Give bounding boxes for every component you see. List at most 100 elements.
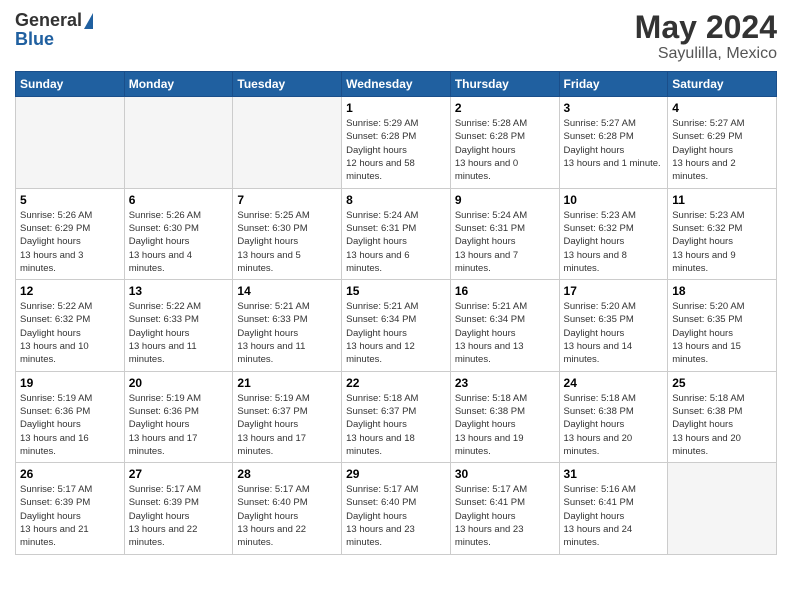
day-number: 4 [672, 101, 772, 115]
day-number: 2 [455, 101, 555, 115]
calendar-cell: 16 Sunrise: 5:21 AM Sunset: 6:34 PM Dayl… [450, 280, 559, 371]
calendar-cell: 25 Sunrise: 5:18 AM Sunset: 6:38 PM Dayl… [668, 371, 777, 462]
logo: General Blue [15, 10, 93, 50]
day-info: Sunrise: 5:27 AM Sunset: 6:29 PM Dayligh… [672, 117, 772, 183]
calendar-cell: 14 Sunrise: 5:21 AM Sunset: 6:33 PM Dayl… [233, 280, 342, 371]
calendar-cell: 19 Sunrise: 5:19 AM Sunset: 6:36 PM Dayl… [16, 371, 125, 462]
calendar-cell: 23 Sunrise: 5:18 AM Sunset: 6:38 PM Dayl… [450, 371, 559, 462]
day-number: 18 [672, 284, 772, 298]
calendar-subtitle: Sayulilla, Mexico [635, 45, 777, 63]
day-info: Sunrise: 5:21 AM Sunset: 6:33 PM Dayligh… [237, 300, 337, 366]
day-info: Sunrise: 5:22 AM Sunset: 6:33 PM Dayligh… [129, 300, 229, 366]
calendar-cell: 4 Sunrise: 5:27 AM Sunset: 6:29 PM Dayli… [668, 97, 777, 188]
day-info: Sunrise: 5:23 AM Sunset: 6:32 PM Dayligh… [672, 209, 772, 275]
day-info: Sunrise: 5:19 AM Sunset: 6:37 PM Dayligh… [237, 392, 337, 458]
day-number: 19 [20, 376, 120, 390]
calendar-cell: 1 Sunrise: 5:29 AM Sunset: 6:28 PM Dayli… [342, 97, 451, 188]
day-number: 7 [237, 193, 337, 207]
day-info: Sunrise: 5:18 AM Sunset: 6:38 PM Dayligh… [672, 392, 772, 458]
calendar-cell: 7 Sunrise: 5:25 AM Sunset: 6:30 PM Dayli… [233, 188, 342, 279]
day-number: 24 [564, 376, 664, 390]
calendar-week-2: 5 Sunrise: 5:26 AM Sunset: 6:29 PM Dayli… [16, 188, 777, 279]
weekday-header-thursday: Thursday [450, 72, 559, 97]
day-info: Sunrise: 5:20 AM Sunset: 6:35 PM Dayligh… [672, 300, 772, 366]
calendar-cell: 17 Sunrise: 5:20 AM Sunset: 6:35 PM Dayl… [559, 280, 668, 371]
day-info: Sunrise: 5:29 AM Sunset: 6:28 PM Dayligh… [346, 117, 446, 183]
calendar-cell: 5 Sunrise: 5:26 AM Sunset: 6:29 PM Dayli… [16, 188, 125, 279]
day-info: Sunrise: 5:26 AM Sunset: 6:30 PM Dayligh… [129, 209, 229, 275]
day-info: Sunrise: 5:21 AM Sunset: 6:34 PM Dayligh… [455, 300, 555, 366]
day-number: 9 [455, 193, 555, 207]
weekday-header-tuesday: Tuesday [233, 72, 342, 97]
calendar-cell: 28 Sunrise: 5:17 AM Sunset: 6:40 PM Dayl… [233, 463, 342, 554]
weekday-header-friday: Friday [559, 72, 668, 97]
day-info: Sunrise: 5:17 AM Sunset: 6:41 PM Dayligh… [455, 483, 555, 549]
weekday-header-sunday: Sunday [16, 72, 125, 97]
day-info: Sunrise: 5:28 AM Sunset: 6:28 PM Dayligh… [455, 117, 555, 183]
day-number: 17 [564, 284, 664, 298]
day-number: 13 [129, 284, 229, 298]
day-info: Sunrise: 5:21 AM Sunset: 6:34 PM Dayligh… [346, 300, 446, 366]
calendar-cell: 8 Sunrise: 5:24 AM Sunset: 6:31 PM Dayli… [342, 188, 451, 279]
day-number: 22 [346, 376, 446, 390]
calendar-cell: 10 Sunrise: 5:23 AM Sunset: 6:32 PM Dayl… [559, 188, 668, 279]
day-info: Sunrise: 5:19 AM Sunset: 6:36 PM Dayligh… [20, 392, 120, 458]
calendar-cell: 15 Sunrise: 5:21 AM Sunset: 6:34 PM Dayl… [342, 280, 451, 371]
day-number: 10 [564, 193, 664, 207]
logo-triangle-icon [84, 13, 93, 29]
calendar-cell: 2 Sunrise: 5:28 AM Sunset: 6:28 PM Dayli… [450, 97, 559, 188]
calendar-cell: 12 Sunrise: 5:22 AM Sunset: 6:32 PM Dayl… [16, 280, 125, 371]
calendar-cell: 27 Sunrise: 5:17 AM Sunset: 6:39 PM Dayl… [124, 463, 233, 554]
day-info: Sunrise: 5:18 AM Sunset: 6:38 PM Dayligh… [564, 392, 664, 458]
calendar-cell: 30 Sunrise: 5:17 AM Sunset: 6:41 PM Dayl… [450, 463, 559, 554]
weekday-header-saturday: Saturday [668, 72, 777, 97]
calendar-cell: 21 Sunrise: 5:19 AM Sunset: 6:37 PM Dayl… [233, 371, 342, 462]
calendar-cell: 6 Sunrise: 5:26 AM Sunset: 6:30 PM Dayli… [124, 188, 233, 279]
calendar-cell: 24 Sunrise: 5:18 AM Sunset: 6:38 PM Dayl… [559, 371, 668, 462]
day-info: Sunrise: 5:17 AM Sunset: 6:40 PM Dayligh… [346, 483, 446, 549]
weekday-header-monday: Monday [124, 72, 233, 97]
calendar-cell: 29 Sunrise: 5:17 AM Sunset: 6:40 PM Dayl… [342, 463, 451, 554]
calendar-header: SundayMondayTuesdayWednesdayThursdayFrid… [16, 72, 777, 97]
day-number: 6 [129, 193, 229, 207]
day-number: 20 [129, 376, 229, 390]
day-info: Sunrise: 5:23 AM Sunset: 6:32 PM Dayligh… [564, 209, 664, 275]
calendar-week-5: 26 Sunrise: 5:17 AM Sunset: 6:39 PM Dayl… [16, 463, 777, 554]
weekday-header-row: SundayMondayTuesdayWednesdayThursdayFrid… [16, 72, 777, 97]
calendar-cell: 20 Sunrise: 5:19 AM Sunset: 6:36 PM Dayl… [124, 371, 233, 462]
logo-general-text: General [15, 10, 82, 31]
day-info: Sunrise: 5:24 AM Sunset: 6:31 PM Dayligh… [455, 209, 555, 275]
day-info: Sunrise: 5:18 AM Sunset: 6:37 PM Dayligh… [346, 392, 446, 458]
day-info: Sunrise: 5:25 AM Sunset: 6:30 PM Dayligh… [237, 209, 337, 275]
day-info: Sunrise: 5:17 AM Sunset: 6:40 PM Dayligh… [237, 483, 337, 549]
day-info: Sunrise: 5:24 AM Sunset: 6:31 PM Dayligh… [346, 209, 446, 275]
day-number: 15 [346, 284, 446, 298]
day-info: Sunrise: 5:17 AM Sunset: 6:39 PM Dayligh… [20, 483, 120, 549]
calendar-cell: 22 Sunrise: 5:18 AM Sunset: 6:37 PM Dayl… [342, 371, 451, 462]
calendar-week-3: 12 Sunrise: 5:22 AM Sunset: 6:32 PM Dayl… [16, 280, 777, 371]
calendar-cell [233, 97, 342, 188]
day-number: 30 [455, 467, 555, 481]
day-number: 11 [672, 193, 772, 207]
calendar-week-4: 19 Sunrise: 5:19 AM Sunset: 6:36 PM Dayl… [16, 371, 777, 462]
calendar-cell: 11 Sunrise: 5:23 AM Sunset: 6:32 PM Dayl… [668, 188, 777, 279]
logo-blue-text: Blue [15, 29, 54, 50]
day-number: 27 [129, 467, 229, 481]
day-info: Sunrise: 5:22 AM Sunset: 6:32 PM Dayligh… [20, 300, 120, 366]
calendar-cell: 3 Sunrise: 5:27 AM Sunset: 6:28 PM Dayli… [559, 97, 668, 188]
day-number: 14 [237, 284, 337, 298]
title-block: May 2024 Sayulilla, Mexico [635, 10, 777, 63]
calendar-table: SundayMondayTuesdayWednesdayThursdayFrid… [15, 71, 777, 554]
calendar-title: May 2024 [635, 10, 777, 45]
day-info: Sunrise: 5:18 AM Sunset: 6:38 PM Dayligh… [455, 392, 555, 458]
calendar-cell: 13 Sunrise: 5:22 AM Sunset: 6:33 PM Dayl… [124, 280, 233, 371]
day-info: Sunrise: 5:26 AM Sunset: 6:29 PM Dayligh… [20, 209, 120, 275]
weekday-header-wednesday: Wednesday [342, 72, 451, 97]
calendar-cell [124, 97, 233, 188]
calendar-cell: 31 Sunrise: 5:16 AM Sunset: 6:41 PM Dayl… [559, 463, 668, 554]
day-number: 5 [20, 193, 120, 207]
calendar-cell: 9 Sunrise: 5:24 AM Sunset: 6:31 PM Dayli… [450, 188, 559, 279]
day-number: 29 [346, 467, 446, 481]
day-info: Sunrise: 5:27 AM Sunset: 6:28 PM Dayligh… [564, 117, 664, 170]
day-number: 8 [346, 193, 446, 207]
